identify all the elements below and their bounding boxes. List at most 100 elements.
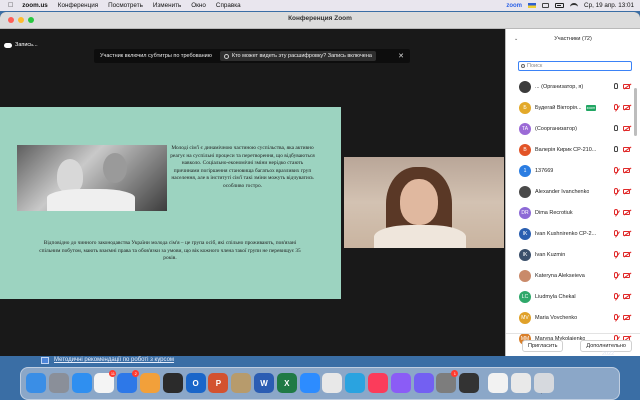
- chrome-icon[interactable]: [322, 373, 343, 393]
- wifi-icon[interactable]: [570, 3, 579, 8]
- zoom-icon[interactable]: [299, 373, 320, 393]
- apple-icon[interactable]: : [8, 2, 13, 9]
- recording-indicator[interactable]: Запись...: [4, 42, 38, 48]
- menu-item-window[interactable]: Окно: [191, 2, 206, 9]
- participant-row[interactable]: Alexander Ivanchenko: [506, 183, 640, 201]
- participant-row[interactable]: Б Будегай Вікторія... zoom: [506, 99, 640, 117]
- invite-button[interactable]: Пригласить: [522, 339, 564, 352]
- collapse-chevron-icon[interactable]: ⌄: [514, 36, 518, 42]
- menu-item-edit[interactable]: Изменить: [153, 2, 181, 9]
- mic-icon[interactable]: [614, 125, 618, 131]
- notification-badge: 1: [451, 370, 459, 377]
- mic-off-icon[interactable]: [614, 167, 618, 173]
- participant-video-tile[interactable]: [344, 157, 504, 248]
- video-off-icon[interactable]: [623, 105, 630, 110]
- participant-row[interactable]: MV Maria Vovchenko: [506, 309, 640, 327]
- participant-row[interactable]: LC Liudmyla Chekal: [506, 288, 640, 306]
- participant-row[interactable]: IK Ivan Kuzmin: [506, 246, 640, 264]
- transcript-visibility-link[interactable]: Кто может видеть эту расшифровку? Запись…: [219, 51, 376, 61]
- participant-row[interactable]: DR Dima Recrotiuk: [506, 204, 640, 222]
- menu-clock[interactable]: Ср, 19 апр. 13:01: [584, 2, 634, 9]
- mic-off-icon[interactable]: [614, 314, 618, 320]
- video-off-icon[interactable]: [623, 168, 630, 173]
- avatar: [519, 81, 531, 93]
- mic-off-icon[interactable]: [614, 188, 618, 194]
- more-options-button[interactable]: Дополнительно: [580, 339, 632, 352]
- trash-icon[interactable]: [533, 373, 554, 393]
- keyboard-layout-flag-icon[interactable]: [528, 3, 537, 8]
- cloud-recording-icon: [4, 42, 12, 48]
- safari-icon[interactable]: [71, 373, 92, 393]
- launchpad-icon[interactable]: [48, 373, 69, 393]
- finder-icon[interactable]: [26, 373, 46, 393]
- menu-app-name[interactable]: zoom.us: [22, 2, 48, 9]
- photos-icon[interactable]: [140, 373, 160, 393]
- outlook-icon[interactable]: O: [185, 373, 206, 393]
- menu-item-help[interactable]: Справка: [216, 2, 241, 9]
- window-title: Конференция Zoom: [288, 15, 352, 22]
- participant-row[interactable]: Kateryna Alekseieva: [506, 267, 640, 285]
- avatar: ТА: [519, 123, 531, 135]
- preview-icon[interactable]: [231, 373, 252, 393]
- participant-search-input[interactable]: [527, 63, 622, 69]
- avatar: 1: [519, 165, 531, 177]
- terminal-icon[interactable]: [459, 373, 480, 393]
- video-off-icon[interactable]: [623, 231, 630, 236]
- excel-icon[interactable]: X: [276, 373, 297, 393]
- zoom-status-label[interactable]: zoom: [506, 3, 522, 9]
- participant-name: Liudmyla Chekal: [535, 294, 576, 300]
- mic-icon[interactable]: [614, 146, 618, 152]
- battery-icon[interactable]: [555, 3, 565, 8]
- participant-row[interactable]: IK Ivan Kushnirenko СР-2...: [506, 225, 640, 243]
- desktop-doc-link[interactable]: Методичні рекомендації по роботі з курсо…: [40, 357, 174, 363]
- mic-off-icon[interactable]: [614, 209, 618, 215]
- search-icon: [521, 64, 525, 68]
- menu-item-view[interactable]: Посмотреть: [108, 2, 143, 9]
- close-notice-icon[interactable]: ✕: [398, 52, 404, 60]
- messenger-icon[interactable]: [390, 373, 411, 393]
- mic-off-icon[interactable]: [614, 104, 618, 110]
- zoom-window: Конференция Zoom Запись... Участник вклю…: [0, 12, 640, 356]
- menu-bar:  zoom.us Конференция Посмотреть Изменит…: [0, 0, 640, 11]
- video-off-icon[interactable]: [623, 147, 630, 152]
- video-off-icon[interactable]: [623, 126, 630, 131]
- powerpoint-icon[interactable]: P: [208, 373, 229, 393]
- participant-row[interactable]: ТА (Соорганизатор): [506, 120, 640, 138]
- recent-doc-icon-1[interactable]: [488, 373, 508, 393]
- participant-row[interactable]: ... (Организатор, я): [506, 78, 640, 96]
- video-off-icon[interactable]: [623, 210, 630, 215]
- mic-off-icon[interactable]: [614, 272, 618, 278]
- participant-name: Maria Vovchenko: [535, 315, 578, 321]
- video-off-icon[interactable]: [623, 84, 630, 89]
- participants-scrollbar[interactable]: [634, 88, 637, 136]
- music-icon[interactable]: [368, 373, 388, 393]
- desktop-year-label: 2022: [602, 351, 615, 357]
- participant-row[interactable]: 1 137669: [506, 162, 640, 180]
- mic-icon[interactable]: [614, 83, 618, 89]
- viber-icon[interactable]: [413, 373, 434, 393]
- video-off-icon[interactable]: [623, 252, 630, 257]
- chatgpt-icon[interactable]: [162, 373, 183, 393]
- info-icon: [223, 53, 229, 59]
- mic-off-icon[interactable]: [614, 251, 618, 257]
- mic-off-icon[interactable]: [614, 293, 618, 299]
- subtitle-notice: Участник включил субтитры по требованию …: [94, 49, 410, 63]
- video-off-icon[interactable]: [623, 273, 630, 278]
- notification-badge: 2: [132, 370, 140, 377]
- avatar: Б: [519, 102, 531, 114]
- mic-off-icon[interactable]: [614, 230, 618, 236]
- menu-item-conference[interactable]: Конференция: [58, 2, 98, 9]
- video-off-icon[interactable]: [623, 315, 630, 320]
- dock: 11 2 O P W X 1: [20, 367, 620, 400]
- avatar: MV: [519, 312, 531, 324]
- participant-row[interactable]: В Валерія Кирик СР-210...: [506, 141, 640, 159]
- video-off-icon[interactable]: [623, 189, 630, 194]
- slide-paragraph-1: Молоді сім'ї є динамічною частиною суспі…: [170, 145, 315, 189]
- telegram-icon[interactable]: [345, 373, 366, 393]
- word-icon[interactable]: W: [254, 373, 274, 393]
- video-off-icon[interactable]: [623, 294, 630, 299]
- participant-search[interactable]: [518, 61, 632, 71]
- desktop-doc-link-text: Методичні рекомендації по роботі з курсо…: [54, 357, 175, 363]
- screen-mirroring-icon[interactable]: [542, 3, 550, 8]
- recent-doc-icon-2[interactable]: [510, 373, 531, 393]
